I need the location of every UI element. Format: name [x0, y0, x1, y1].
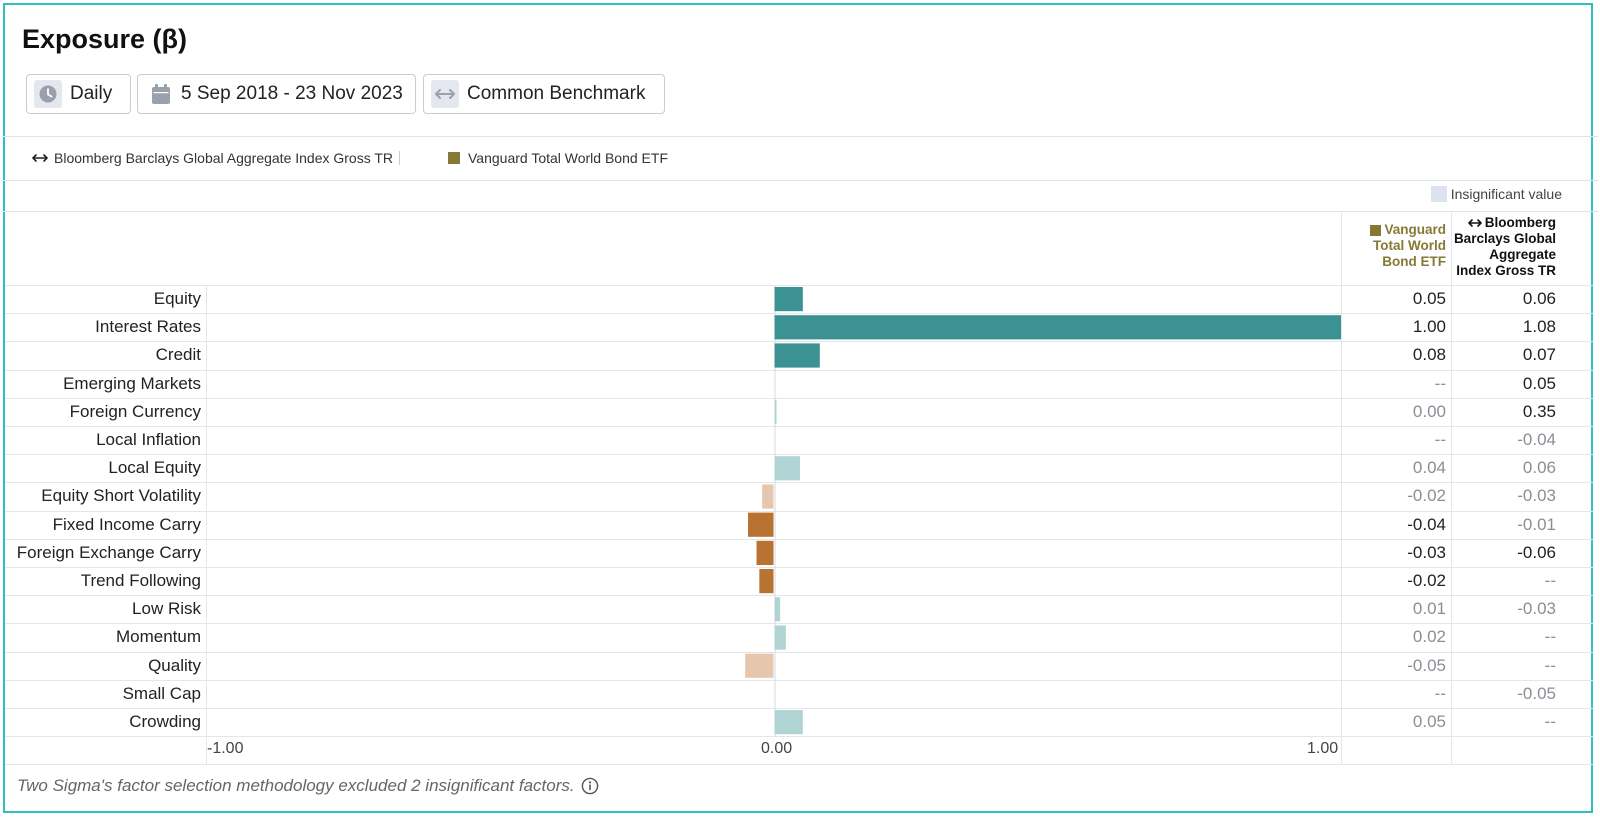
footnote-text: Two Sigma's factor selection methodology…	[17, 776, 575, 795]
exposure-bar[interactable]	[774, 710, 803, 735]
exposure-bar[interactable]	[774, 315, 1342, 340]
exposure-bar[interactable]	[774, 343, 820, 368]
exposure-bar[interactable]	[774, 287, 803, 312]
exposure-bar[interactable]	[745, 653, 774, 678]
footnote: Two Sigma's factor selection methodology…	[17, 776, 599, 796]
x-tick-label: 0.00	[761, 740, 793, 757]
exposure-bar[interactable]	[748, 512, 774, 537]
exposure-bar[interactable]	[756, 540, 774, 565]
exposure-bar[interactable]	[774, 456, 800, 481]
info-icon[interactable]	[581, 777, 599, 795]
exposure-bar[interactable]	[774, 625, 786, 650]
x-tick-label: -1.00	[207, 740, 244, 757]
exposure-bar[interactable]	[759, 569, 774, 594]
exposure-bar-chart	[5, 212, 1593, 765]
exposure-bar[interactable]	[774, 399, 777, 424]
exposure-bar[interactable]	[774, 597, 781, 622]
x-tick-label: 1.00	[1307, 740, 1339, 757]
exposure-bar[interactable]	[762, 484, 774, 509]
